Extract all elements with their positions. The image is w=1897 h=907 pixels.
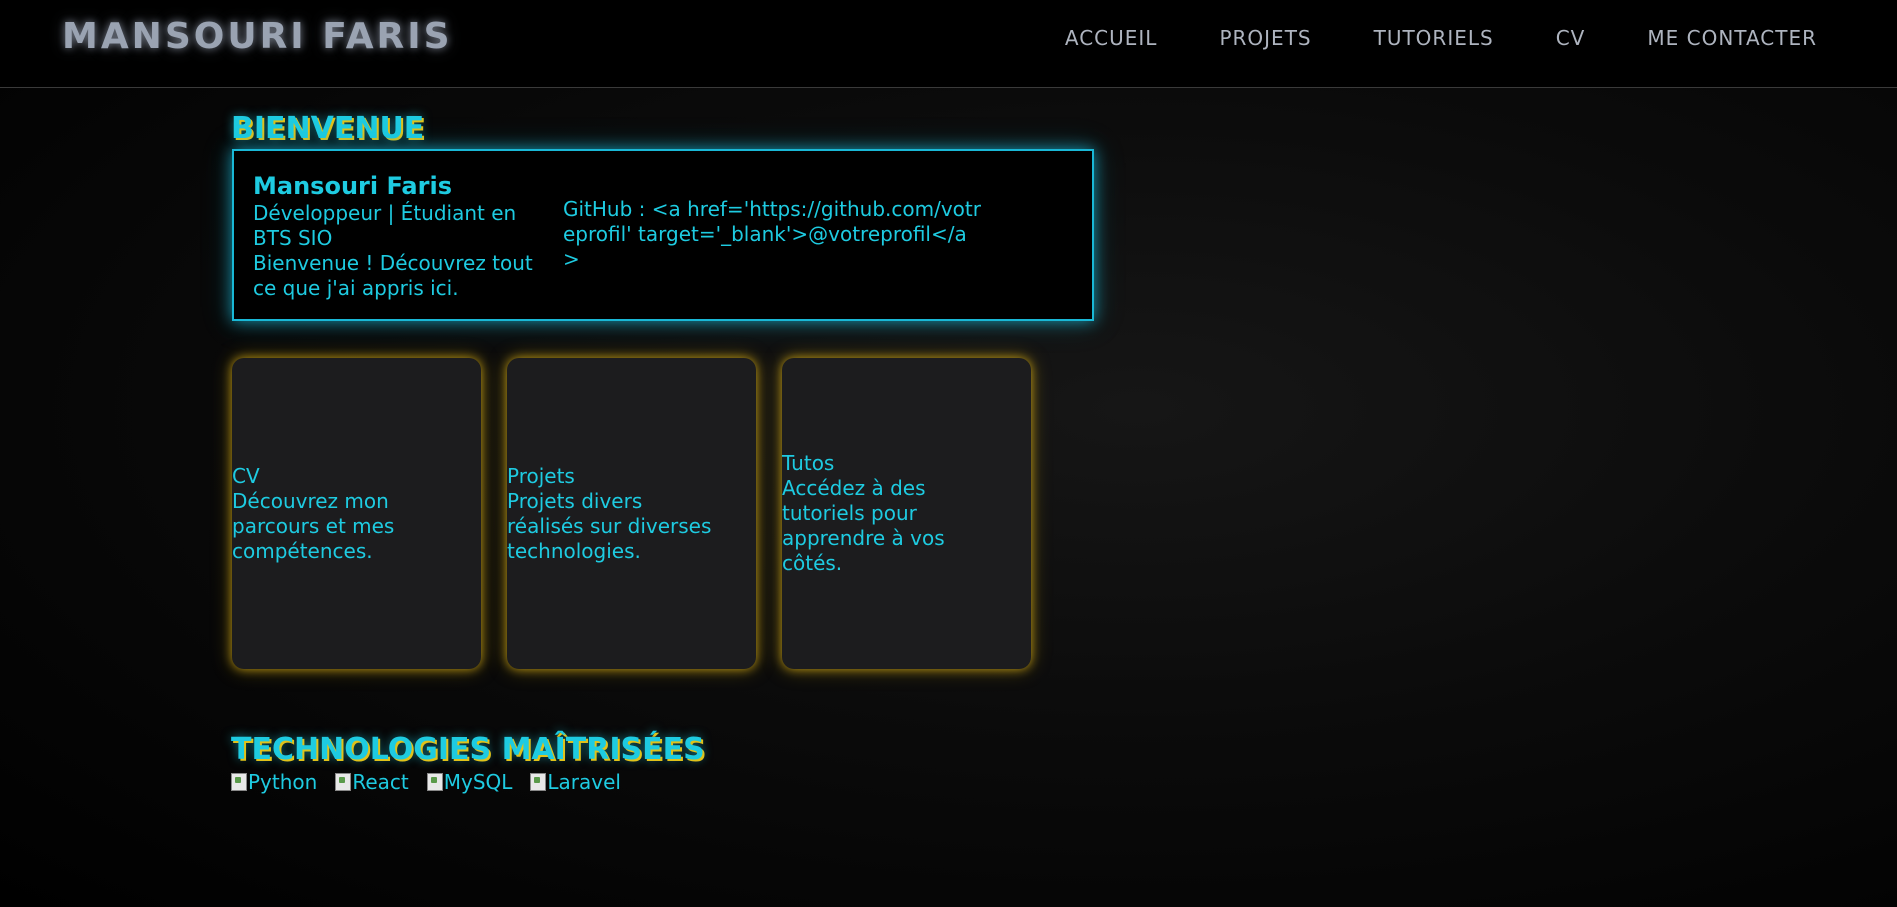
tech-alt-text: Python bbox=[248, 770, 318, 794]
nav-link-projets[interactable]: PROJETS bbox=[1219, 26, 1311, 50]
broken-image-icon bbox=[231, 773, 247, 791]
card-projets[interactable]: Projets Projets divers réalisés sur dive… bbox=[507, 358, 756, 669]
technologies-heading: TECHNOLOGIES MAÎTRISÉES bbox=[231, 732, 705, 767]
profile-intro: Bienvenue ! Découvrez tout ce que j'ai a… bbox=[253, 251, 533, 300]
tech-python: Python bbox=[231, 770, 317, 794]
profile-info: Mansouri Faris Développeur | Étudiant en… bbox=[253, 171, 553, 301]
profile-name: Mansouri Faris bbox=[253, 172, 452, 200]
card-title: Projets bbox=[507, 463, 575, 488]
site-brand[interactable]: MANSOURI FARIS bbox=[62, 16, 453, 57]
nav-link-tutoriels[interactable]: TUTORIELS bbox=[1374, 26, 1494, 50]
broken-image-icon bbox=[335, 773, 352, 791]
tech-laravel: Laravel bbox=[530, 770, 621, 794]
tech-alt-text: React bbox=[352, 770, 409, 794]
nav-link-contact[interactable]: ME CONTACTER bbox=[1647, 26, 1817, 50]
card-cv[interactable]: CV Découvrez mon parcours et mes compéte… bbox=[232, 358, 481, 669]
top-navbar: MANSOURI FARIS ACCUEIL PROJETS TUTORIELS… bbox=[0, 0, 1897, 88]
main-nav: ACCUEIL PROJETS TUTORIELS CV ME CONTACTE… bbox=[1003, 26, 1817, 50]
card-title: Tutos bbox=[782, 451, 835, 475]
card-description: Découvrez mon parcours et mes compétence… bbox=[232, 488, 395, 563]
tech-alt-text: MySQL bbox=[443, 770, 513, 794]
broken-image-icon bbox=[530, 773, 547, 791]
tech-react: React bbox=[335, 770, 409, 794]
nav-link-accueil[interactable]: ACCUEIL bbox=[1065, 26, 1158, 50]
welcome-heading: BIENVENUE bbox=[231, 111, 425, 146]
tech-alt-text: Laravel bbox=[547, 770, 621, 794]
profile-role: Développeur | Étudiant en BTS SIO bbox=[253, 201, 517, 250]
card-tutos[interactable]: Tutos Accédez à des tutoriels pour appre… bbox=[782, 358, 1031, 669]
card-description: Accédez à des tutoriels pour apprendre à… bbox=[782, 476, 945, 575]
broken-image-icon bbox=[426, 773, 443, 791]
technologies-list: Python React MySQL Laravel bbox=[231, 770, 621, 794]
card-description: Projets divers réalisés sur diverses tec… bbox=[507, 488, 712, 563]
nav-link-cv[interactable]: CV bbox=[1556, 26, 1586, 50]
profile-card: Mansouri Faris Développeur | Étudiant en… bbox=[232, 149, 1094, 321]
tech-mysql: MySQL bbox=[426, 770, 513, 794]
card-title: CV bbox=[232, 463, 260, 488]
github-text: GitHub : <a href='https://github.com/vot… bbox=[563, 197, 981, 271]
